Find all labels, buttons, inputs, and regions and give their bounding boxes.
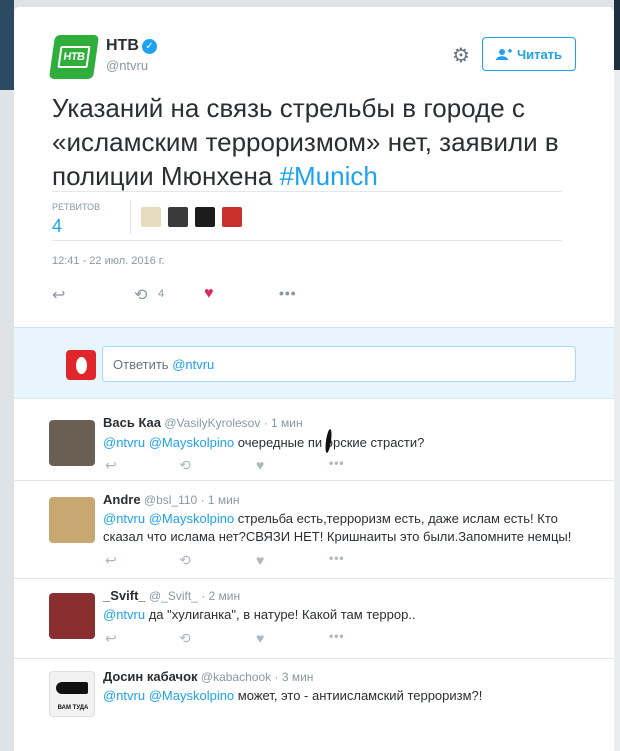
retweeter-avatar[interactable] (221, 206, 243, 228)
retweet-count: 4 (158, 288, 165, 300)
author-name[interactable]: НТВ (106, 37, 139, 55)
reply-placeholder-mention: @ntvru (172, 357, 215, 372)
reply-author-name[interactable]: Andre (103, 492, 141, 507)
reply-mentions[interactable]: @ntvru @Mayskolpino (103, 435, 234, 450)
retweet-icon[interactable]: ⟲ (179, 552, 191, 569)
more-icon[interactable]: ••• (279, 285, 297, 301)
retweet-icon[interactable]: ⟲ (134, 285, 147, 305)
retweeter-avatar[interactable] (167, 206, 189, 228)
pointing-hand-icon (56, 682, 88, 694)
reply-header: Досин кабачок @kabachook · 3 мин (103, 669, 314, 684)
reply-input[interactable]: Ответить @ntvru (102, 346, 576, 382)
heart-icon[interactable]: ♥ (256, 630, 264, 646)
current-user-avatar (66, 350, 96, 380)
gear-icon[interactable]: ⚙ (452, 43, 470, 68)
more-icon[interactable]: ••• (329, 629, 345, 643)
reply-body: может, это - антиисламский терроризм?! (234, 688, 483, 703)
author-block[interactable]: НТВ ✓ @ntvru (106, 37, 157, 73)
tweet-stats: РЕТВИТОВ 4 (52, 191, 562, 241)
reply-mentions[interactable]: @ntvru (103, 607, 145, 622)
reply-compose-area: Ответить @ntvru (14, 327, 614, 399)
background-left-strip (0, 0, 14, 90)
reply-mentions[interactable]: @ntvru @Mayskolpino (103, 511, 234, 526)
reply-text: @ntvru @Mayskolpino стрельба есть,террор… (103, 510, 593, 546)
reply-item[interactable]: Вась Каа @VasilyKyrolesov · 1 мин @ntvru… (14, 399, 614, 481)
tweet-modal: НТВ НТВ ✓ @ntvru ⚙ Читать Указаний на свя… (14, 7, 614, 751)
retweeter-avatar[interactable] (194, 206, 216, 228)
retweets-label: РЕТВИТОВ (52, 202, 101, 212)
reply-author-handle[interactable]: @bsl_110 (144, 493, 197, 507)
background-right-strip-light (614, 70, 620, 751)
avatar[interactable] (49, 593, 95, 639)
tweet-actions: ↩ ⟲ 4 ♥ ••• (52, 281, 552, 311)
heart-icon[interactable]: ♥ (204, 285, 214, 303)
reply-time[interactable]: 3 мин (282, 670, 314, 684)
avatar[interactable] (49, 420, 95, 466)
reply-author-handle[interactable]: @VasilyKyrolesov (164, 416, 260, 430)
ntv-logo[interactable]: НТВ (48, 35, 100, 79)
main-tweet: НТВ НТВ ✓ @ntvru ⚙ Читать Указаний на свя… (14, 7, 614, 327)
reply-author-name[interactable]: Досин кабачок (103, 669, 198, 684)
retweeter-avatars (140, 206, 243, 228)
reply-body: да "хулиганка", в натуре! Какой там терр… (145, 607, 416, 622)
reply-icon[interactable]: ↩ (105, 552, 117, 569)
stats-divider (130, 200, 131, 234)
reply-header: _Svift_ @_Svift_ · 2 мин (103, 588, 241, 603)
reply-icon[interactable]: ↩ (105, 457, 117, 474)
follow-button[interactable]: Читать (482, 37, 576, 71)
reply-mentions[interactable]: @ntvru @Mayskolpino (103, 688, 234, 703)
verified-badge-icon: ✓ (141, 39, 157, 54)
tweet-timestamp[interactable]: 12:41 - 22 июл. 2016 г. (52, 255, 165, 267)
reply-author-handle[interactable]: @kabachook (201, 670, 271, 684)
add-user-icon (495, 48, 512, 60)
reply-text: @ntvru @Mayskolpino очередные пи орские … (103, 434, 593, 452)
background-right-strip (614, 0, 620, 70)
retweet-icon[interactable]: ⟲ (179, 630, 191, 647)
reply-header: Andre @bsl_110 · 1 мин (103, 492, 240, 507)
reply-author-handle[interactable]: @_Svift_ (149, 589, 198, 603)
reply-item[interactable]: ВАМ ТУДА Досин кабачок @kabachook · 3 ми… (14, 659, 614, 751)
logo-text: НТВ (57, 46, 91, 68)
avatar-caption: ВАМ ТУДА (57, 705, 89, 711)
tweet-text: Указаний на связь стрельбы в городе с «и… (52, 91, 572, 193)
follow-label: Читать (516, 46, 563, 62)
retweeter-avatar[interactable] (140, 206, 162, 228)
retweets-count[interactable]: 4 (52, 216, 62, 237)
replies-list: Вась Каа @VasilyKyrolesov · 1 мин @ntvru… (14, 399, 614, 751)
retweet-icon[interactable]: ⟲ (179, 457, 191, 474)
reply-placeholder: Ответить (113, 357, 173, 372)
reply-time[interactable]: 1 мин (271, 416, 303, 430)
reply-text: @ntvru да "хулиганка", в натуре! Какой т… (103, 606, 593, 624)
reply-icon[interactable]: ↩ (105, 630, 117, 647)
reply-text: @ntvru @Mayskolpino может, это - антиисл… (103, 687, 593, 705)
reply-author-name[interactable]: _Svift_ (103, 588, 146, 603)
reply-icon[interactable]: ↩ (52, 285, 65, 305)
heart-icon[interactable]: ♥ (256, 457, 264, 473)
reply-time[interactable]: 2 мин (209, 589, 241, 603)
hashtag-link[interactable]: #Munich (280, 161, 378, 191)
more-icon[interactable]: ••• (329, 551, 345, 565)
heart-icon[interactable]: ♥ (256, 552, 264, 568)
avatar[interactable]: ВАМ ТУДА (49, 671, 95, 717)
author-handle[interactable]: @ntvru (106, 58, 157, 73)
reply-header: Вась Каа @VasilyKyrolesov · 1 мин (103, 415, 303, 430)
avatar[interactable] (49, 497, 95, 543)
reply-author-name[interactable]: Вась Каа (103, 415, 161, 430)
reply-time[interactable]: 1 мин (208, 493, 240, 507)
tweet-header: НТВ НТВ ✓ @ntvru ⚙ Читать (48, 35, 576, 85)
reply-item[interactable]: Andre @bsl_110 · 1 мин @ntvru @Mayskolpi… (14, 481, 614, 579)
reply-item[interactable]: _Svift_ @_Svift_ · 2 мин @ntvru да "хули… (14, 579, 614, 659)
more-icon[interactable]: ••• (329, 456, 345, 470)
